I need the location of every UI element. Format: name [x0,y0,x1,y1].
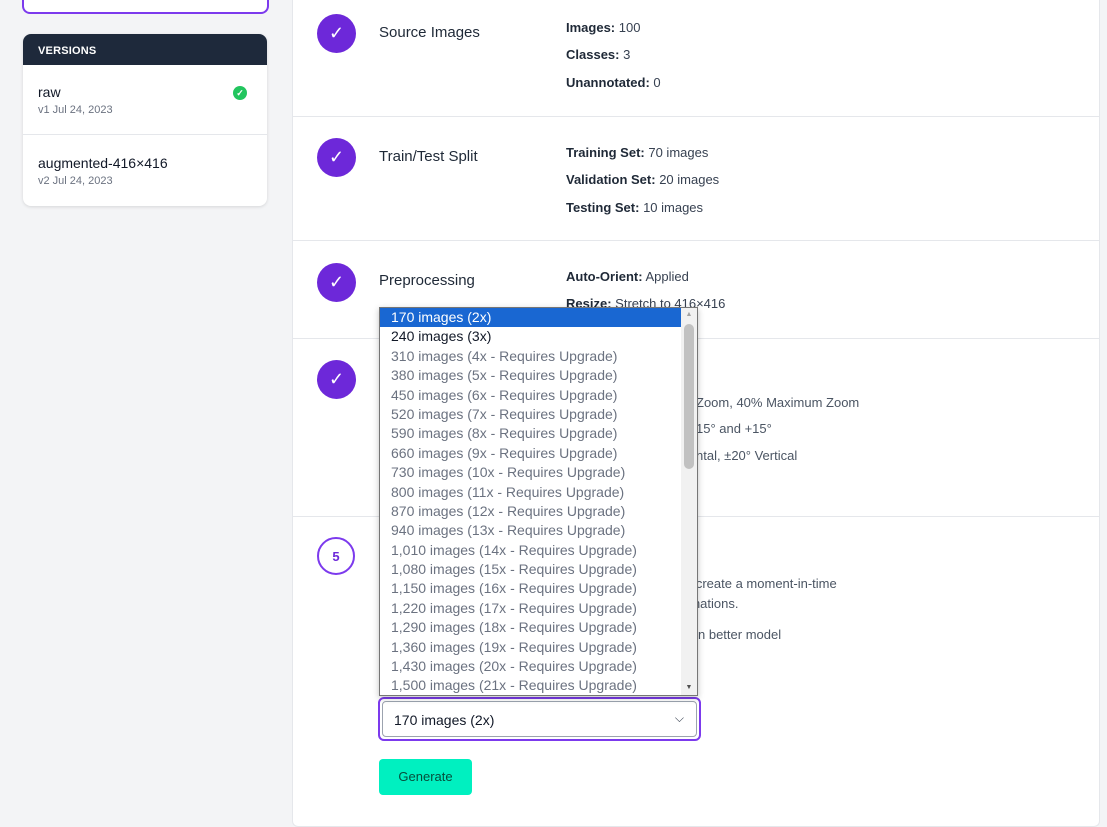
dropdown-option[interactable]: 1,150 images (16x - Requires Upgrade) [380,579,682,598]
version-item-augmented[interactable]: augmented-416×416 v2 Jul 24, 2023 [23,135,267,205]
dropdown-option[interactable]: 240 images (3x) [380,327,682,346]
dropdown-option[interactable]: 380 images (5x - Requires Upgrade) [380,366,682,385]
detail-unannotated: Unannotated: 0 [566,75,661,90]
check-icon: ✓ [317,138,356,177]
step-number: 5 [317,537,355,575]
generate-description: lt in better model [685,627,782,642]
dropdown-option[interactable]: 1,290 images (18x - Requires Upgrade) [380,618,682,637]
detail-testing-set: Testing Set: 10 images [566,200,704,215]
scroll-up-arrow-icon[interactable]: ▲ [681,308,697,322]
generate-button[interactable]: Generate [379,759,472,795]
version-date: v1 Jul 24, 2023 [38,104,113,116]
dropdown-option[interactable]: 310 images (4x - Requires Upgrade) [380,347,682,366]
scrollbar[interactable]: ▲ ▼ [681,308,697,695]
option-list: 170 images (2x) 240 images (3x) 310 images… [380,308,697,695]
augmentation-size-dropdown[interactable]: 170 images (2x) 240 images (3x) 310 images… [379,307,698,696]
dropdown-option[interactable]: 1,500 images (21x - Requires Upgrade) [380,676,682,695]
dropdown-option[interactable]: 940 images (13x - Requires Upgrade) [380,521,682,540]
dropdown-option[interactable]: 1,010 images (14x - Requires Upgrade) [380,541,682,560]
dropdown-option[interactable]: 590 images (8x - Requires Upgrade) [380,424,682,443]
dropdown-option[interactable]: 800 images (11x - Requires Upgrade) [380,483,682,502]
step-source-images: ✓ Source Images Images: 100 Classes: 3 U… [293,0,1099,117]
augmentation-detail: Zoom, 40% Maximum Zoom [696,395,860,410]
detail-classes: Classes: 3 [566,47,631,62]
step-train-test-split: ✓ Train/Test Split Training Set: 70 imag… [293,117,1099,241]
dropdown-option[interactable]: 170 images (2x) [380,308,682,328]
dropdown-option[interactable]: 1,430 images (20x - Requires Upgrade) [380,657,682,676]
dropdown-option[interactable]: 1,080 images (15x - Requires Upgrade) [380,560,682,579]
detail-auto-orient: Auto-Orient: Applied [566,269,689,284]
dropdown-option[interactable]: 870 images (12x - Requires Upgrade) [380,502,682,521]
dropdown-option[interactable]: 450 images (6x - Requires Upgrade) [380,386,682,405]
select-box[interactable]: 170 images (2x) ⌵ [382,701,697,737]
select-value: 170 images (2x) [394,712,495,728]
version-date: v2 Jul 24, 2023 [38,175,113,187]
versions-panel: VERSIONS raw v1 Jul 24, 2023 ✓ augmented… [23,34,267,206]
step-title: Train/Test Split [379,148,478,165]
dropdown-option[interactable]: 520 images (7x - Requires Upgrade) [380,405,682,424]
augmentation-detail: ntal, ±20° Vertical [696,448,798,463]
dropdown-option[interactable]: 1,220 images (17x - Requires Upgrade) [380,599,682,618]
check-circle-icon: ✓ [233,86,247,100]
dropdown-option[interactable]: 1,360 images (19x - Requires Upgrade) [380,638,682,657]
check-icon: ✓ [317,263,356,302]
detail-validation-set: Validation Set: 20 images [566,172,720,187]
version-name: augmented-416×416 [38,155,168,171]
versions-header: VERSIONS [23,34,267,65]
generate-description: o create a moment-in-time [685,576,837,591]
augmentation-size-select[interactable]: 170 images (2x) ⌵ [378,697,701,741]
check-icon: ✓ [317,360,356,399]
step-title: Source Images [379,24,480,41]
dropdown-option[interactable]: 660 images (9x - Requires Upgrade) [380,444,682,463]
chevron-down-icon: ⌵ [674,711,684,725]
dropdown-option[interactable]: 730 images (10x - Requires Upgrade) [380,463,682,482]
detail-images: Images: 100 [566,20,641,35]
step-title: Preprocessing [379,272,475,289]
version-item-raw[interactable]: raw v1 Jul 24, 2023 ✓ [23,65,267,135]
scrollbar-thumb[interactable] [684,324,694,469]
augmentation-detail: 15° and +15° [696,421,772,436]
sidebar-top-card [22,0,269,14]
scroll-down-arrow-icon[interactable]: ▼ [681,681,697,695]
detail-training-set: Training Set: 70 images [566,145,709,160]
check-icon: ✓ [317,14,356,53]
